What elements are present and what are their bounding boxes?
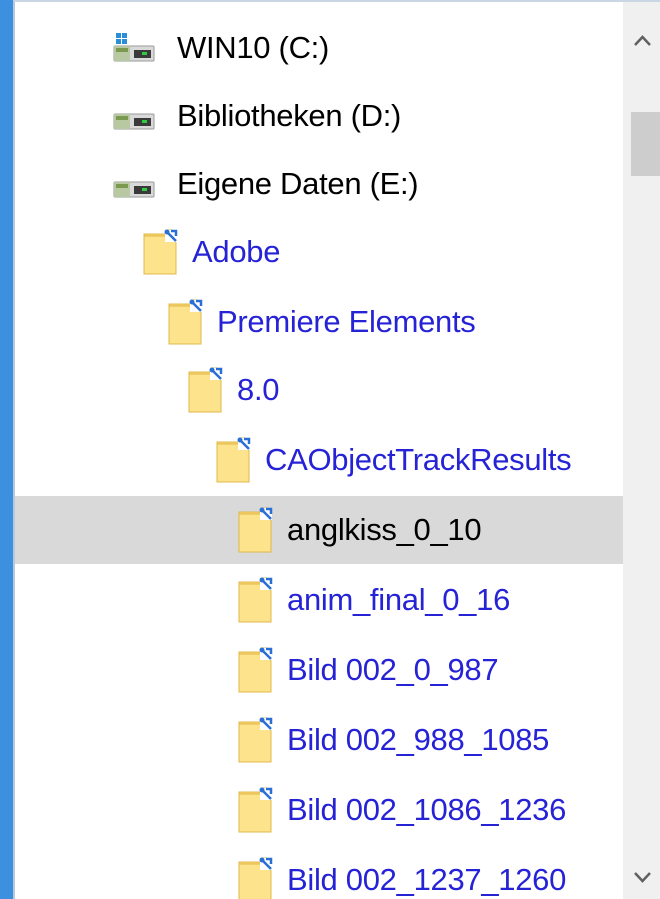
folder-tree-pane: WIN10 (C:) Bibliotheken (D:) Eigene Date… [13,0,660,899]
tree-item-folder[interactable]: Bild 002_988_1085 [15,706,623,774]
tree-item-label: Premiere Elements [217,304,476,339]
tree-item-label: Bibliotheken (D:) [177,98,402,133]
chevron-up-icon[interactable] [623,20,660,60]
tree-item-label: WIN10 (C:) [177,30,330,65]
tree-item-label: CAObjectTrackResults [265,442,572,477]
tree-item-folder[interactable]: Bild 002_0_987 [15,636,623,704]
windows-drive-icon [112,31,156,65]
tree-item-label: Bild 002_0_987 [287,652,499,687]
tree-item-folder[interactable]: Premiere Elements [15,288,623,356]
folder-icon [237,716,277,764]
folder-icon [237,576,277,624]
tree-item-label: Bild 002_988_1085 [287,722,550,757]
tree-item-label: anim_final_0_16 [287,582,511,617]
tree-item-drive[interactable]: WIN10 (C:) [15,14,623,82]
tree-item-folder[interactable]: Bild 002_1237_1260 [15,846,623,899]
folder-icon [142,228,182,276]
tree-item-folder[interactable]: Bild 002_1086_1236 [15,776,623,844]
folder-icon [237,506,277,554]
tree-item-label: Bild 002_1086_1236 [287,792,567,827]
chevron-down-icon[interactable] [623,858,660,898]
tree-item-folder[interactable]: CAObjectTrackResults [15,426,623,494]
tree-item-folder[interactable]: Adobe [15,218,623,286]
drive-icon [112,167,156,201]
tree-item-label: 8.0 [237,372,280,407]
drive-icon [112,99,156,133]
tree-item-drive[interactable]: Bibliotheken (D:) [15,82,623,150]
folder-icon [167,298,207,346]
tree-item-folder[interactable]: 8.0 [15,356,623,424]
folder-icon [237,786,277,834]
tree-item-folder[interactable]: anim_final_0_16 [15,566,623,634]
tree-item-drive[interactable]: Eigene Daten (E:) [15,150,623,218]
scrollbar-thumb[interactable] [631,112,660,176]
folder-icon [215,436,255,484]
tree-item-label: Adobe [192,234,281,269]
tree-item-folder[interactable]: anglkiss_0_10 [15,496,623,564]
tree-item-label: anglkiss_0_10 [287,512,482,547]
folder-icon [187,366,227,414]
vertical-scrollbar[interactable] [623,2,660,899]
tree-item-label: Bild 002_1237_1260 [287,862,567,897]
folder-icon [237,646,277,694]
tree-item-label: Eigene Daten (E:) [177,166,419,201]
folder-icon [237,856,277,899]
